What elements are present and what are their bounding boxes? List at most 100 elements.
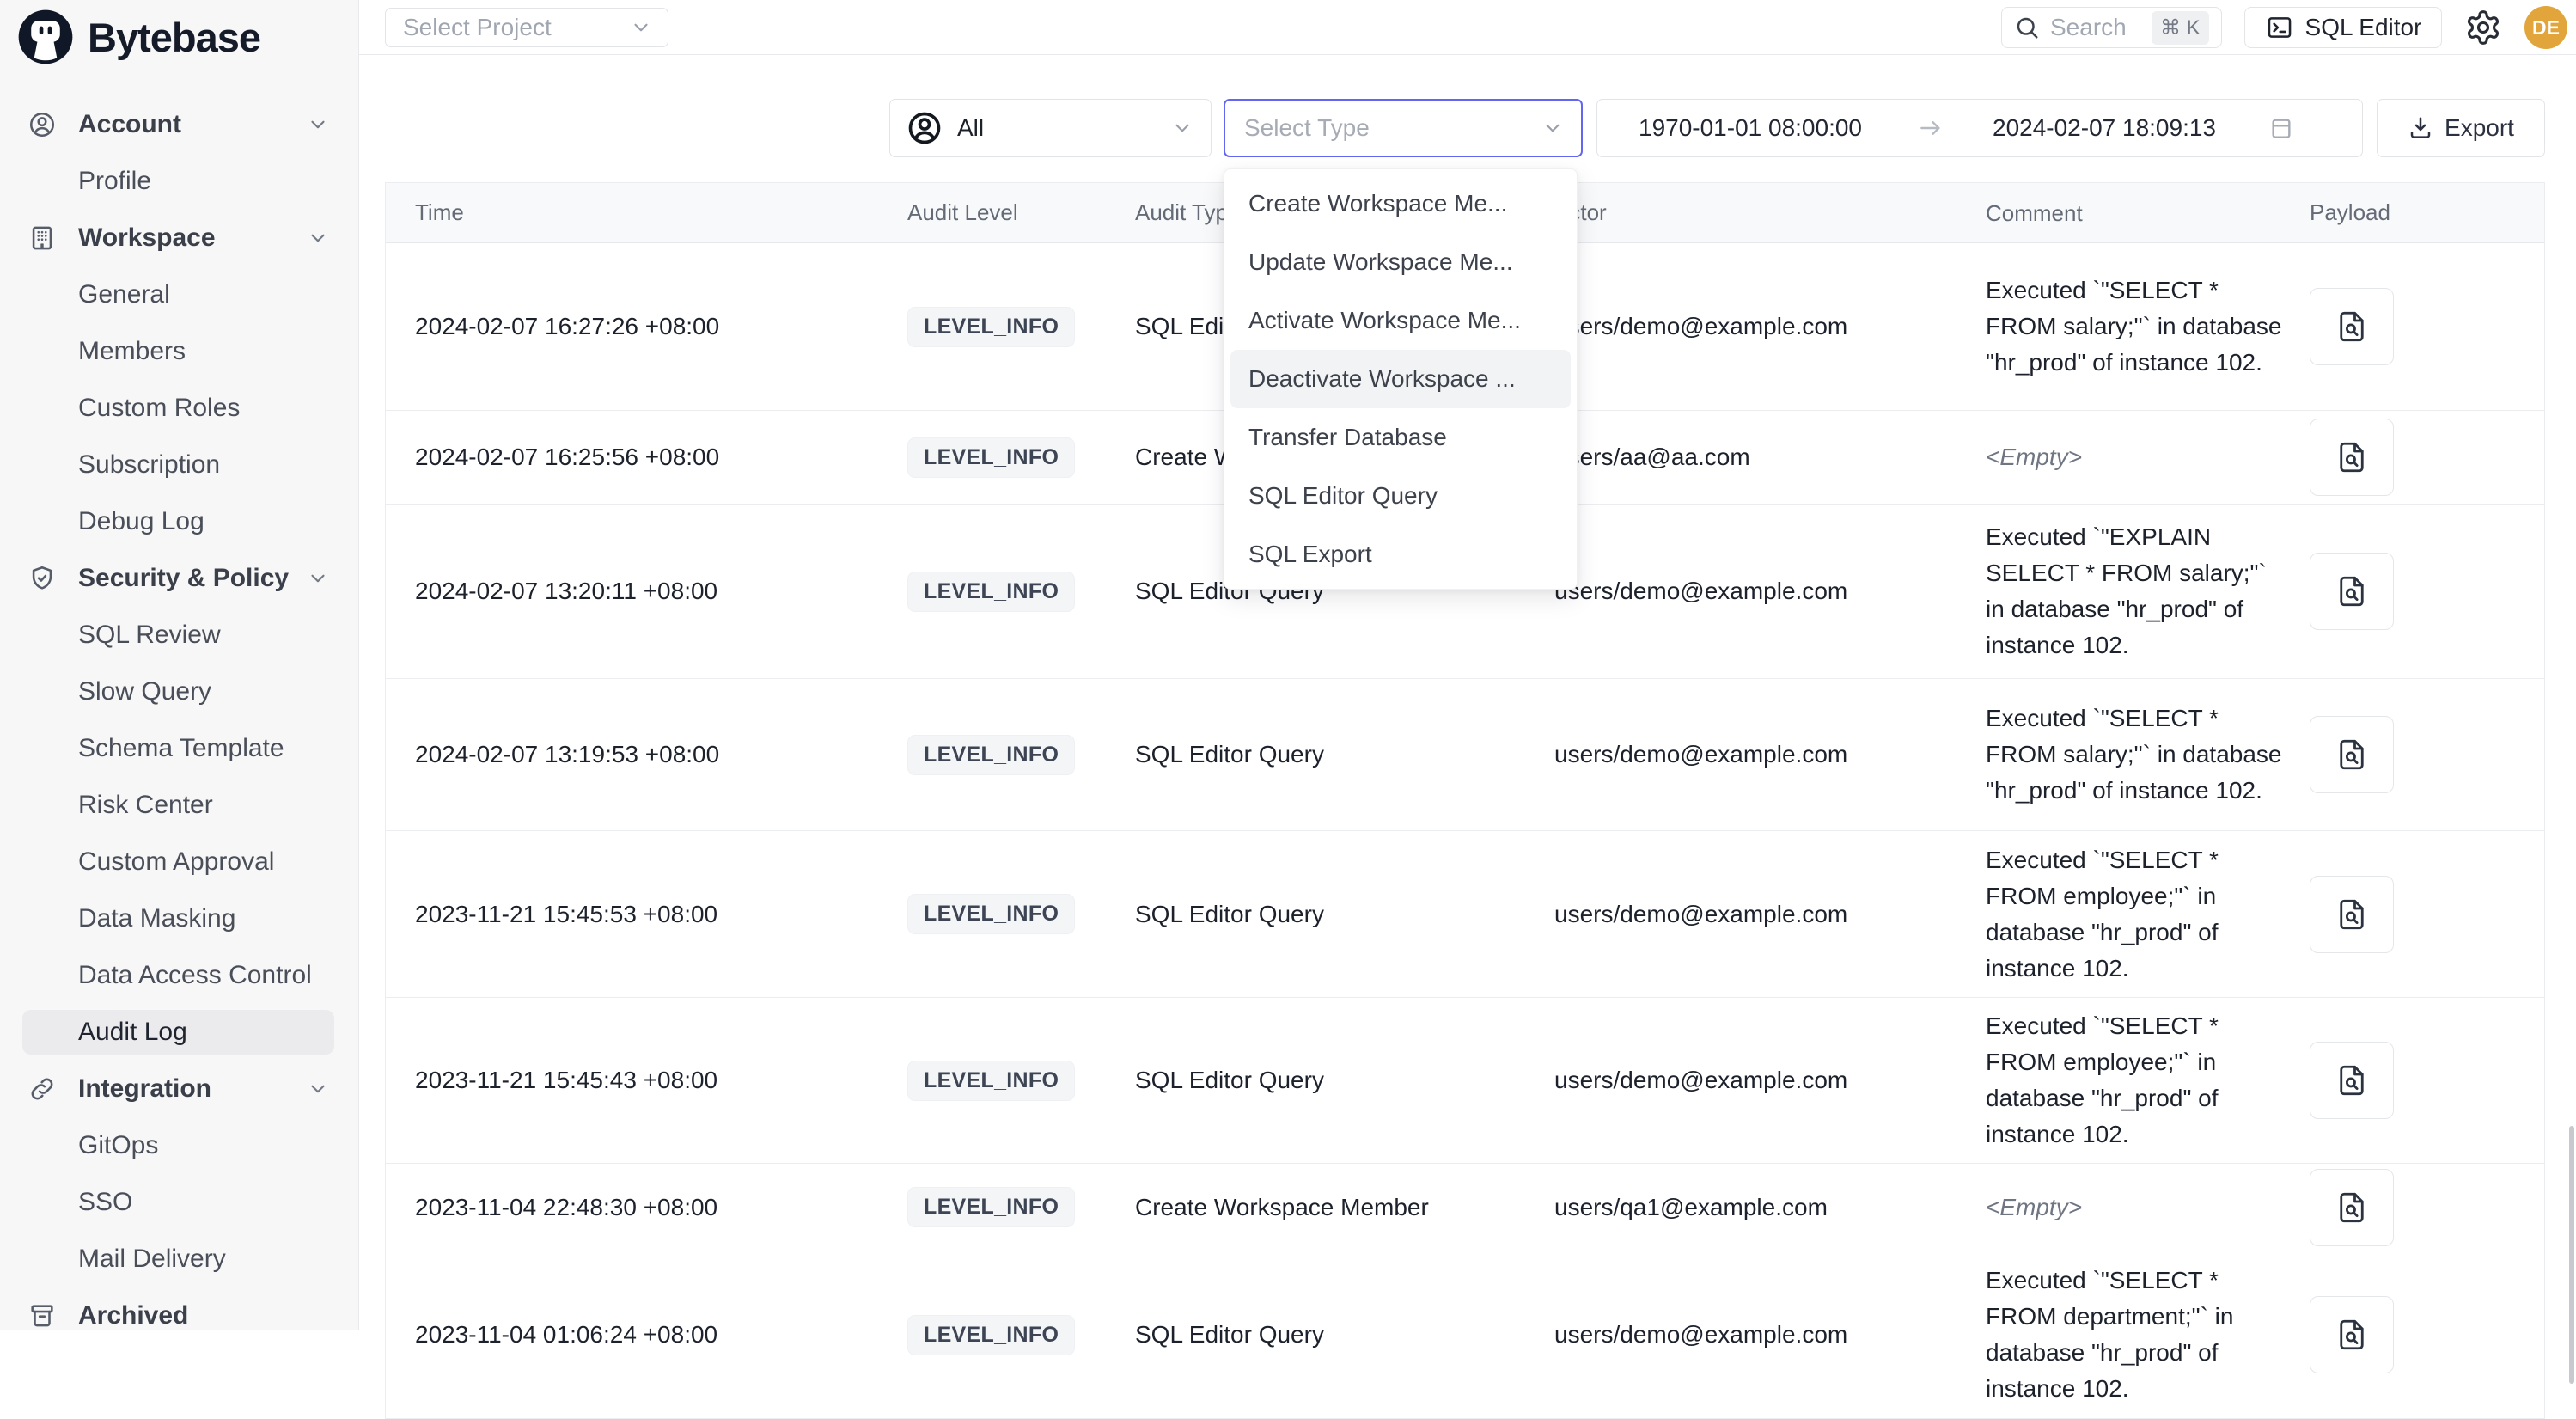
view-payload-button[interactable] bbox=[2310, 876, 2394, 953]
brand-wordmark: Bytebase bbox=[88, 14, 260, 61]
view-payload-button[interactable] bbox=[2310, 1042, 2394, 1119]
type-dropdown-option-activate-workspace-me[interactable]: Activate Workspace Me... bbox=[1224, 291, 1577, 350]
type-dropdown-option-deactivate-workspace[interactable]: Deactivate Workspace ... bbox=[1230, 350, 1571, 408]
cell-time: 2024-02-07 13:19:53 +08:00 bbox=[386, 679, 907, 830]
sidebar-item-label: Data Access Control bbox=[78, 961, 312, 990]
link-icon bbox=[27, 1074, 57, 1104]
sidebar-section-archived[interactable]: Archived bbox=[0, 1287, 358, 1344]
search-input[interactable] bbox=[2050, 14, 2152, 41]
sidebar-item-label: Data Masking bbox=[78, 904, 235, 933]
sidebar-item-label: Subscription bbox=[78, 450, 220, 480]
sidebar-item-members[interactable]: Members bbox=[0, 323, 358, 380]
view-payload-button[interactable] bbox=[2310, 288, 2394, 365]
audit-level-badge: LEVEL_INFO bbox=[907, 1187, 1075, 1227]
sidebar-section-security-policy[interactable]: Security & Policy bbox=[0, 550, 358, 607]
cell-actor: users/demo@example.com bbox=[1554, 505, 1986, 678]
sidebar-item-data-access-control[interactable]: Data Access Control bbox=[0, 947, 358, 1004]
type-filter-placeholder: Select Type bbox=[1244, 114, 1370, 142]
cell-actor: users/demo@example.com bbox=[1554, 998, 1986, 1163]
cell-audit-level: LEVEL_INFO bbox=[907, 1251, 1135, 1418]
sidebar-item-label: Mail Delivery bbox=[78, 1245, 226, 1274]
view-payload-button[interactable] bbox=[2310, 553, 2394, 630]
sidebar-item-debug-log[interactable]: Debug Log bbox=[0, 493, 358, 550]
audit-level-badge: LEVEL_INFO bbox=[907, 894, 1075, 934]
cell-payload bbox=[2310, 411, 2546, 504]
gear-icon[interactable] bbox=[2464, 9, 2502, 46]
audit-level-badge: LEVEL_INFO bbox=[907, 307, 1075, 347]
sidebar-section-account[interactable]: Account bbox=[0, 96, 358, 153]
export-button[interactable]: Export bbox=[2377, 99, 2545, 157]
audit-level-badge: LEVEL_INFO bbox=[907, 1315, 1075, 1355]
sidebar-section-label: Integration bbox=[78, 1074, 211, 1104]
sidebar-item-data-masking[interactable]: Data Masking bbox=[0, 890, 358, 947]
sidebar-item-custom-approval[interactable]: Custom Approval bbox=[0, 834, 358, 890]
sidebar-section-integration[interactable]: Integration bbox=[0, 1061, 358, 1117]
audit-level-badge: LEVEL_INFO bbox=[907, 1061, 1075, 1101]
type-filter-select[interactable]: Select Type bbox=[1224, 99, 1583, 157]
cell-audit-level: LEVEL_INFO bbox=[907, 679, 1135, 830]
export-label: Export bbox=[2445, 114, 2514, 142]
sidebar-item-label: Debug Log bbox=[78, 507, 204, 536]
type-dropdown-option-create-workspace-me[interactable]: Create Workspace Me... bbox=[1224, 174, 1577, 233]
chevron-down-icon bbox=[1171, 117, 1193, 139]
sidebar-item-slow-query[interactable]: Slow Query bbox=[0, 664, 358, 720]
view-payload-button[interactable] bbox=[2310, 419, 2394, 496]
sidebar-item-risk-center[interactable]: Risk Center bbox=[0, 777, 358, 834]
sidebar-item-label: SSO bbox=[78, 1188, 132, 1217]
sidebar-item-subscription[interactable]: Subscription bbox=[0, 437, 358, 493]
file-search-icon bbox=[2334, 309, 2370, 345]
sidebar-item-gitops[interactable]: GitOps bbox=[0, 1117, 358, 1174]
user-circle-icon bbox=[906, 109, 943, 147]
sidebar-item-sql-review[interactable]: SQL Review bbox=[0, 607, 358, 664]
column-header-audit-level: Audit Level bbox=[907, 183, 1135, 242]
cell-audit-type: SQL Editor Query bbox=[1135, 1251, 1554, 1418]
chevron-down-icon bbox=[1541, 117, 1564, 139]
date-range-start[interactable]: 1970-01-01 08:00:00 bbox=[1639, 114, 1862, 142]
type-dropdown-option-sql-editor-query[interactable]: SQL Editor Query bbox=[1224, 467, 1577, 525]
type-dropdown-option-sql-export[interactable]: SQL Export bbox=[1224, 525, 1577, 584]
project-select[interactable]: Select Project bbox=[385, 8, 668, 47]
search-input-box[interactable]: ⌘ K bbox=[2001, 7, 2222, 48]
cell-actor: users/demo@example.com bbox=[1554, 679, 1986, 830]
cell-audit-level: LEVEL_INFO bbox=[907, 998, 1135, 1163]
view-payload-button[interactable] bbox=[2310, 1169, 2394, 1246]
sidebar-item-profile[interactable]: Profile bbox=[0, 153, 358, 210]
actor-filter-select[interactable]: All bbox=[889, 99, 1212, 157]
cell-actor: users/demo@example.com bbox=[1554, 1251, 1986, 1418]
type-dropdown-option-update-workspace-me[interactable]: Update Workspace Me... bbox=[1224, 233, 1577, 291]
cell-audit-level: LEVEL_INFO bbox=[907, 411, 1135, 504]
date-range-picker[interactable]: 1970-01-01 08:00:00 2024-02-07 18:09:13 bbox=[1596, 99, 2363, 157]
sidebar-item-mail-delivery[interactable]: Mail Delivery bbox=[0, 1231, 358, 1287]
terminal-icon bbox=[2265, 13, 2294, 42]
sidebar-section-label: Security & Policy bbox=[78, 564, 289, 593]
file-search-icon bbox=[2334, 573, 2370, 609]
sidebar-item-label: Schema Template bbox=[78, 734, 284, 763]
brand[interactable]: Bytebase bbox=[0, 0, 358, 67]
type-dropdown-option-transfer-database[interactable]: Transfer Database bbox=[1224, 408, 1577, 467]
cell-comment: Executed `"SELECT * FROM salary;"` in da… bbox=[1986, 679, 2310, 830]
sidebar-item-custom-roles[interactable]: Custom Roles bbox=[0, 380, 358, 437]
topbar: Select Project ⌘ K SQL Editor DE bbox=[359, 0, 2576, 55]
avatar[interactable]: DE bbox=[2524, 6, 2567, 49]
sidebar-item-audit-log[interactable]: Audit Log bbox=[0, 1004, 358, 1061]
sidebar-item-sso[interactable]: SSO bbox=[0, 1174, 358, 1231]
cell-time: 2024-02-07 16:27:26 +08:00 bbox=[386, 243, 907, 410]
arrow-right-icon bbox=[1917, 114, 1944, 142]
date-range-end[interactable]: 2024-02-07 18:09:13 bbox=[1993, 114, 2216, 142]
sidebar-item-label: GitOps bbox=[78, 1131, 158, 1160]
cell-comment: <Empty> bbox=[1986, 1164, 2310, 1251]
cell-comment: Executed `"SELECT * FROM employee;"` in … bbox=[1986, 831, 2310, 997]
cell-actor: users/aa@aa.com bbox=[1554, 411, 1986, 504]
sidebar-section-workspace[interactable]: Workspace bbox=[0, 210, 358, 266]
cell-comment: Executed `"SELECT * FROM department;"` i… bbox=[1986, 1251, 2310, 1418]
sql-editor-button[interactable]: SQL Editor bbox=[2244, 7, 2442, 48]
sidebar-item-schema-template[interactable]: Schema Template bbox=[0, 720, 358, 777]
sidebar-item-label: Risk Center bbox=[78, 791, 213, 820]
cell-time: 2024-02-07 13:20:11 +08:00 bbox=[386, 505, 907, 678]
view-payload-button[interactable] bbox=[2310, 1296, 2394, 1373]
sidebar-nav: AccountProfileWorkspaceGeneralMembersCus… bbox=[0, 96, 358, 1344]
view-payload-button[interactable] bbox=[2310, 716, 2394, 793]
sidebar-item-general[interactable]: General bbox=[0, 266, 358, 323]
sidebar-item-label: General bbox=[78, 280, 170, 309]
type-filter-dropdown: Create Workspace Me...Update Workspace M… bbox=[1224, 168, 1578, 590]
